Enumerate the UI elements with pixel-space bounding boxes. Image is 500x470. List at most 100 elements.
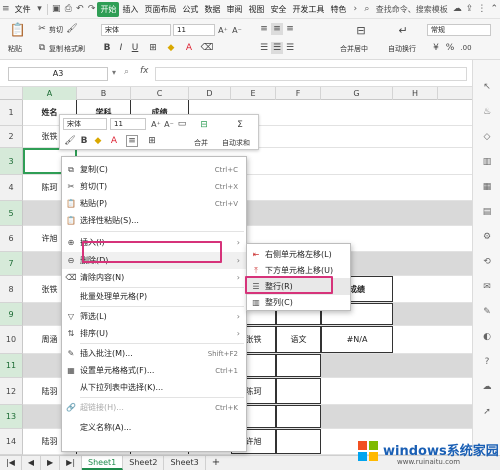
mini-border-icon[interactable]: ⊞ [146,135,158,147]
submenu-item-shift-left[interactable]: ⇤ 右侧单元格左移(L) [247,246,350,263]
column-header-g[interactable]: G [321,87,393,100]
mini-font-size-select[interactable]: 11 [110,118,146,130]
name-box[interactable]: A3 [8,67,108,81]
chart-icon[interactable]: ▥ [480,155,494,169]
menu-item-insert-comment[interactable]: ✎ 插入批注(M)... Shift+F2 [62,345,246,362]
mini-font-shrink-icon[interactable]: A⁻ [163,118,175,130]
copy-button[interactable]: 复制 [49,44,63,54]
command-search[interactable]: 查找命令、搜索模板 [373,2,451,17]
row-header-4[interactable]: 4 [0,175,23,201]
column-header-c[interactable]: C [131,87,189,100]
column-header-e[interactable]: E [231,87,276,100]
format-icon[interactable]: ♨ [480,105,494,119]
tab-formulas[interactable]: 公式 [179,2,201,17]
row-header-8[interactable]: 8 [0,276,23,303]
font-size-select[interactable]: 11 [173,24,215,36]
tab-special[interactable]: 特色 [327,2,349,17]
menu-item-batch[interactable]: 批量处理单元格(P) [62,288,246,305]
tab-review[interactable]: 审阅 [223,2,245,17]
format-painter-icon[interactable]: 🖌 [66,23,78,35]
percent-icon[interactable]: % [444,42,456,54]
print-icon[interactable]: ⎙ [64,3,72,15]
more-icon[interactable]: ⋮ [477,3,486,15]
menu-item-paste[interactable]: 📋 粘贴(P) Ctrl+V [62,195,246,212]
row-header-3[interactable]: 3 [0,148,23,175]
merge-icon[interactable]: ⊟ [353,22,369,38]
table-icon[interactable]: ▦ [480,180,494,194]
row-header-7[interactable]: 7 [0,252,23,276]
tab-insert[interactable]: 插入 [119,2,141,17]
row-header-11[interactable]: 11 [0,354,23,378]
mini-sum-icon[interactable]: Σ [234,119,246,131]
number-format-select[interactable]: 常规 [427,24,491,36]
menu-item-sort[interactable]: ⇅ 排序(U) › [62,325,246,342]
paste-button[interactable]: 粘贴 [8,44,22,54]
redo-icon[interactable]: ↷ [88,3,96,15]
file-menu[interactable]: 文件 [12,2,34,17]
font-shrink-icon[interactable]: A⁻ [231,24,243,36]
menu-item-copy[interactable]: ⧉ 复制(C) Ctrl+C [62,161,246,178]
column-header-h[interactable]: H [393,87,438,100]
sheet-tab-sheet1[interactable]: Sheet1 [82,456,124,470]
help-icon[interactable]: ? [480,355,494,369]
shapes-icon[interactable]: ◇ [480,130,494,144]
name-box-dropdown-icon[interactable]: ▾ [112,68,116,77]
align-left-icon[interactable]: ☰ [258,42,270,54]
cell-f13[interactable] [276,405,321,428]
scissors-icon[interactable]: ✂ [36,23,48,35]
copy-icon[interactable]: ⧉ [36,42,48,54]
row-header-6[interactable]: 6 [0,226,23,252]
tab-page-layout[interactable]: 页面布局 [141,2,179,17]
chevron-right-icon[interactable]: › [351,3,359,15]
fill-color-icon[interactable]: ◆ [165,42,177,54]
mini-format-painter-icon[interactable]: 🖌 [64,135,76,147]
menu-item-format-cells[interactable]: ▦ 设置单元格格式(F)... Ctrl+1 [62,362,246,379]
paste-icon[interactable]: 📋 [10,22,26,38]
mini-font-name-select[interactable]: 宋体 [63,118,107,130]
mini-font-grow-icon[interactable]: A⁺ [150,118,162,130]
cell-f11[interactable] [276,354,321,377]
first-sheet-icon[interactable]: |◀ [0,456,22,470]
menu-item-cut[interactable]: ✂ 剪切(T) Ctrl+X [62,178,246,195]
cloud-icon[interactable]: ☁ [453,3,462,15]
cell-f10[interactable]: 语文 [276,326,321,353]
wrap-text-button[interactable]: 自动换行 [388,44,416,54]
menu-item-paste-special[interactable]: 📋 选择性粘贴(S)... [62,212,246,229]
row-header-1[interactable]: 1 [0,100,23,126]
mini-fill-icon[interactable]: ▭ [176,118,188,130]
row-header-12[interactable]: 12 [0,378,23,405]
align-middle-icon[interactable]: ≡ [271,23,283,35]
column-header-a[interactable]: A [23,87,77,100]
mini-fill-color-icon[interactable]: ◆ [92,135,104,147]
gallery-icon[interactable]: ▤ [480,205,494,219]
next-sheet-icon[interactable]: ▶ [41,456,61,470]
menu-item-define-name[interactable]: 定义名称(A)... [62,419,246,436]
row-header-10[interactable]: 10 [0,326,23,354]
row-header-5[interactable]: 5 [0,201,23,226]
submenu-item-entire-column[interactable]: ▥ 整列(C) [247,294,350,311]
menu-item-pick-from-list[interactable]: 从下拉列表中选择(K)... [62,379,246,396]
decimal-icon[interactable]: .00 [460,42,472,54]
column-header-d[interactable]: D [189,87,231,100]
row-header-13[interactable]: 13 [0,405,23,429]
share-icon[interactable]: ⇪ [466,3,474,15]
chat-icon[interactable]: ✉ [480,280,494,294]
border-icon[interactable]: ⊞ [147,42,159,54]
save-icon[interactable]: ▣ [52,3,61,15]
tab-developer[interactable]: 开发工具 [289,2,327,17]
undo-icon[interactable]: ↶ [76,3,84,15]
cloud-sync-icon[interactable]: ☁ [480,380,494,394]
bold-icon[interactable]: B [101,42,113,54]
sheet-tab-sheet3[interactable]: Sheet3 [164,456,206,470]
column-header-b[interactable]: B [77,87,131,100]
mini-autosum-button[interactable]: 自动求和 [222,138,250,148]
settings-icon[interactable]: ⚙ [480,230,494,244]
tab-home[interactable]: 开始 [97,1,120,17]
cell-g10[interactable]: #N/A [321,326,393,353]
mini-merge-icon[interactable]: ⊟ [198,119,210,131]
hamburger-icon[interactable]: ≡ [2,3,10,15]
pointer-icon[interactable]: ↖ [480,80,494,94]
align-bottom-icon[interactable]: ≡ [284,23,296,35]
prev-sheet-icon[interactable]: ◀ [22,456,42,470]
row-header-9[interactable]: 9 [0,303,23,326]
